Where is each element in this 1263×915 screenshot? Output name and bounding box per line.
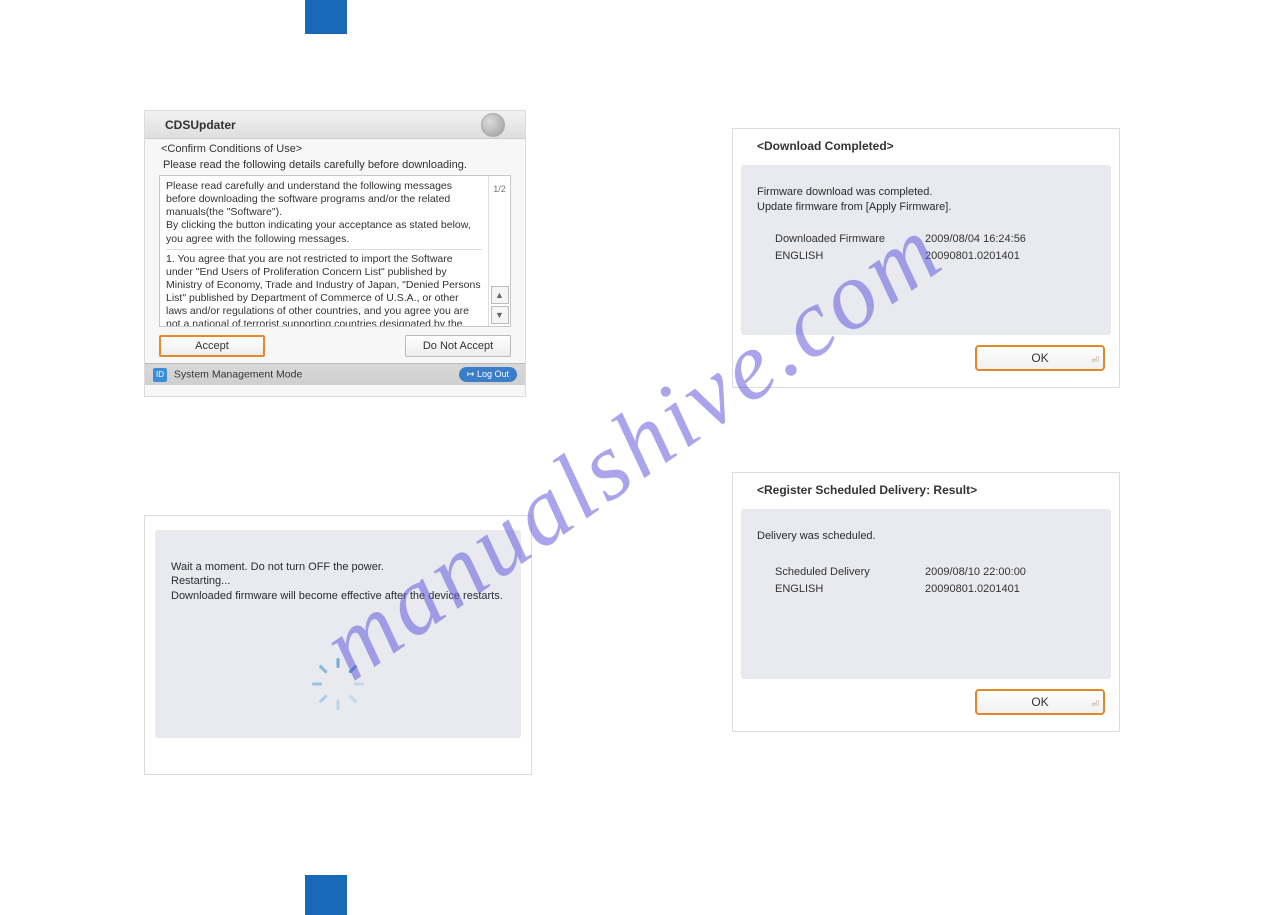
globe-icon (481, 113, 505, 137)
firmware-version-value: 20090801.0201401 (925, 248, 1020, 266)
loading-spinner-icon (321, 678, 355, 712)
download-msg-2: Update firmware from [Apply Firmware]. (757, 200, 1095, 215)
scheduled-delivery-label: Scheduled Delivery (775, 564, 925, 582)
cdsupdater-panel: CDSUpdater <Confirm Conditions of Use> P… (144, 110, 526, 397)
enter-key-icon: ⏎ (1091, 355, 1099, 366)
scheduled-delivery-panel: <Register Scheduled Delivery: Result> De… (732, 472, 1120, 732)
downloaded-firmware-label: Downloaded Firmware (775, 231, 925, 249)
scheduled-delivery-heading: <Register Scheduled Delivery: Result> (733, 473, 1119, 503)
confirm-conditions-heading: <Confirm Conditions of Use> (145, 139, 525, 157)
delivery-msg: Delivery was scheduled. (757, 529, 1095, 544)
language-label: ENGLISH (775, 248, 925, 266)
wait-message-2: Restarting... (171, 574, 505, 588)
ok-button[interactable]: OK ⏎ (975, 689, 1105, 715)
download-completed-heading: <Download Completed> (733, 129, 1119, 159)
eula-paragraph: Please read carefully and understand the… (166, 180, 482, 246)
eula-text: Please read carefully and understand the… (160, 176, 488, 326)
download-msg-1: Firmware download was completed. (757, 185, 1095, 200)
accept-button[interactable]: Accept (159, 335, 265, 357)
button-spacer (275, 335, 395, 357)
logout-button[interactable]: ↦ Log Out (459, 367, 517, 382)
wait-message-3: Downloaded firmware will become effectiv… (171, 589, 505, 603)
ok-button[interactable]: OK ⏎ (975, 345, 1105, 371)
firmware-version-value: 20090801.0201401 (925, 581, 1020, 599)
logout-arrow-icon: ↦ (467, 369, 477, 379)
restarting-panel: Wait a moment. Do not turn OFF the power… (144, 515, 532, 775)
scroll-down-button[interactable]: ▼ (491, 306, 509, 324)
page-marker-bottom (305, 875, 347, 915)
ok-label: OK (1031, 351, 1048, 365)
language-label: ENGLISH (775, 581, 925, 599)
instruction-text: Please read the following details carefu… (145, 157, 525, 175)
ok-label: OK (1031, 695, 1048, 709)
wait-message-1: Wait a moment. Do not turn OFF the power… (171, 560, 505, 574)
page-indicator: 1/2 (493, 184, 506, 194)
downloaded-firmware-value: 2009/08/04 16:24:56 (925, 231, 1026, 249)
eula-scroll-box: Please read carefully and understand the… (159, 175, 511, 327)
do-not-accept-button[interactable]: Do Not Accept (405, 335, 511, 357)
logout-label: Log Out (477, 369, 509, 379)
enter-key-icon: ⏎ (1091, 699, 1099, 710)
scroll-up-button[interactable]: ▲ (491, 286, 509, 304)
scroll-track: 1/2 ▲ ▼ (488, 176, 510, 326)
footer-mode-label: System Management Mode (174, 368, 302, 380)
scheduled-delivery-value: 2009/08/10 22:00:00 (925, 564, 1026, 582)
download-completed-panel: <Download Completed> Firmware download w… (732, 128, 1120, 388)
page-marker-top (305, 0, 347, 34)
panel-title: CDSUpdater (165, 118, 236, 132)
eula-paragraph: 1. You agree that you are not restricted… (166, 253, 482, 326)
footer-mode: ID System Management Mode (153, 368, 302, 382)
id-badge-icon: ID (153, 368, 167, 382)
